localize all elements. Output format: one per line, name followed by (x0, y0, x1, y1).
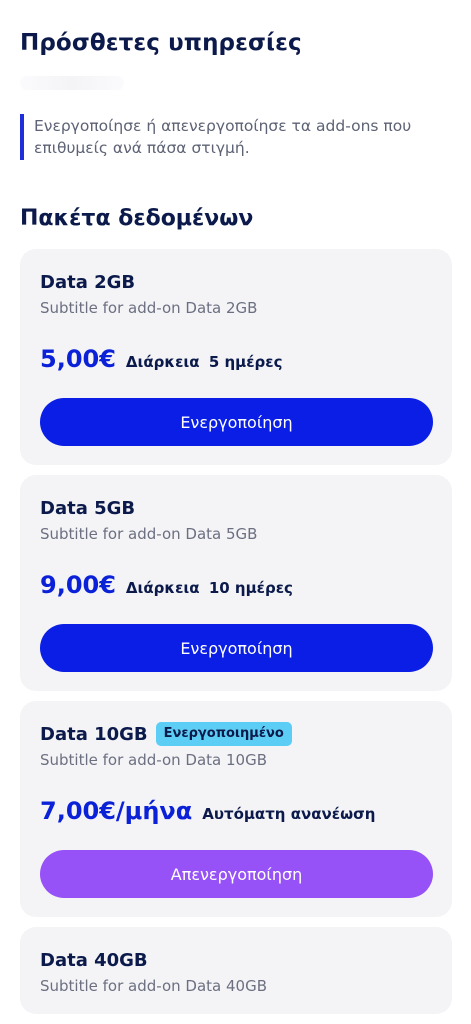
price: 5,00€ (40, 345, 116, 373)
page-title: Πρόσθετες υπηρεσίες (20, 30, 302, 56)
addons-page: Πρόσθετες υπηρεσίες Ενεργοποίησε ή απενε… (0, 0, 471, 1024)
auto-renewal-label: Αυτόματη ανανέωση (202, 805, 376, 823)
duration-value: 10 ημέρες (208, 579, 293, 597)
duration-label: Διάρκεια (125, 353, 200, 371)
card-title: Data 10GB (40, 723, 148, 745)
activate-button[interactable]: Ενεργοποίηση (40, 398, 433, 446)
card-subtitle: Subtitle for add-on Data 5GB (40, 525, 258, 543)
card-header: Data 2GB (40, 269, 432, 295)
price: 7,00€/μήνα (40, 797, 193, 825)
card-subtitle: Subtitle for add-on Data 40GB (40, 977, 267, 995)
loading-placeholder (20, 76, 124, 90)
addon-card-data-2gb: Data 2GB Subtitle for add-on Data 2GB 5,… (20, 249, 452, 465)
status-badge: Ενεργοποιημένο (155, 722, 292, 746)
info-note: Ενεργοποίησε ή απενεργοποίησε τα add-ons… (20, 114, 451, 160)
addon-card-data-40gb: Data 40GB Subtitle for add-on Data 40GB (20, 927, 452, 1014)
card-subtitle: Subtitle for add-on Data 10GB (40, 751, 267, 769)
duration-label: Διάρκεια (125, 579, 200, 597)
card-subtitle: Subtitle for add-on Data 2GB (40, 299, 258, 317)
card-title: Data 2GB (40, 271, 136, 293)
deactivate-button[interactable]: Απενεργοποίηση (40, 850, 433, 898)
card-header: Data 40GB (40, 947, 432, 973)
duration-value: 5 ημέρες (208, 353, 283, 371)
addon-card-data-10gb: Data 10GB Ενεργοποιημένο Subtitle for ad… (20, 701, 452, 917)
card-title: Data 5GB (40, 497, 136, 519)
addon-card-data-5gb: Data 5GB Subtitle for add-on Data 5GB 9,… (20, 475, 452, 691)
price-row: 7,00€/μήνα Αυτόματη ανανέωση (40, 797, 432, 831)
addon-list: Data 2GB Subtitle for add-on Data 2GB 5,… (20, 249, 452, 1014)
section-title: Πακέτα δεδομένων (20, 206, 254, 231)
card-title: Data 40GB (40, 949, 148, 971)
price: 9,00€ (40, 571, 116, 599)
activate-button[interactable]: Ενεργοποίηση (40, 624, 433, 672)
price-row: 5,00€ Διάρκεια 5 ημέρες (40, 345, 432, 379)
price-row: 9,00€ Διάρκεια 10 ημέρες (40, 571, 432, 605)
card-header: Data 5GB (40, 495, 432, 521)
duration: Διάρκεια 10 ημέρες (126, 579, 293, 597)
duration: Διάρκεια 5 ημέρες (126, 353, 283, 371)
card-header: Data 10GB Ενεργοποιημένο (40, 721, 432, 747)
